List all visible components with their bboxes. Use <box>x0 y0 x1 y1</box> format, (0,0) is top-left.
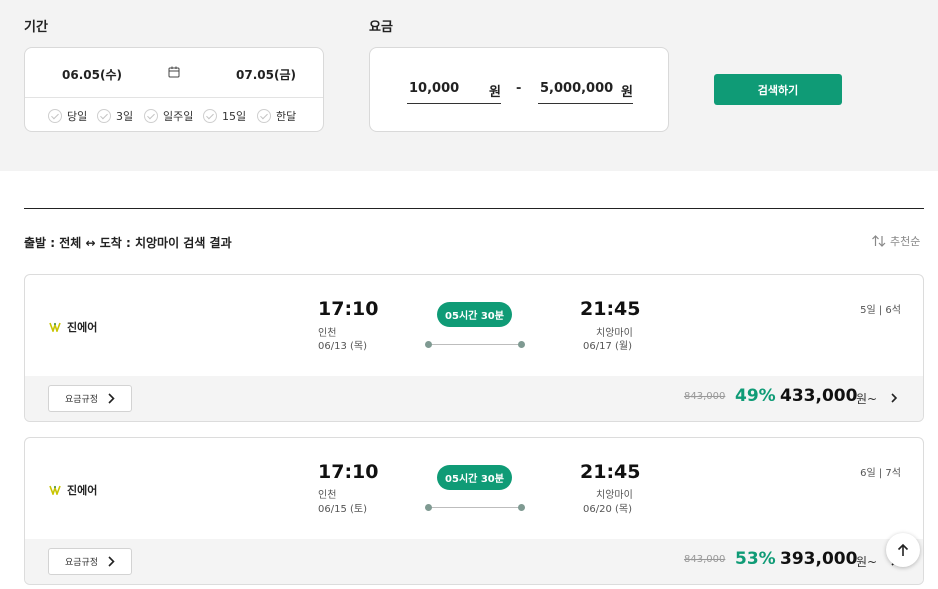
duration-badge: 05시간 30분 <box>437 302 512 327</box>
fare-rules-button[interactable]: 요금규정 <box>48 548 132 575</box>
arrive-city: 치앙마이 <box>596 328 633 339</box>
quick-option-15-days[interactable]: 15일 <box>203 106 246 126</box>
depart-date: 06/13 (목) <box>318 341 367 352</box>
sort-arrows-icon <box>872 235 886 247</box>
depart-city: 인천 <box>318 490 337 501</box>
scroll-top-button[interactable] <box>886 533 920 567</box>
calendar-icon[interactable] <box>168 66 180 78</box>
fare-rules-label: 요금규정 <box>64 395 99 405</box>
fare-rules-button[interactable]: 요금규정 <box>48 385 132 412</box>
price-suffix: 원~ <box>856 392 878 406</box>
quick-period-options: 당일 3일 일주일 15일 한달 <box>25 106 323 126</box>
arrive-city: 치앙마이 <box>596 490 633 501</box>
depart-time: 17:10 <box>318 461 379 483</box>
airline-name: 진에어 <box>67 484 98 497</box>
arrive-date: 06/20 (목) <box>583 504 632 515</box>
end-date[interactable]: 07.05(금) <box>236 66 296 83</box>
max-price-value[interactable]: 5,000,000 <box>540 81 613 96</box>
arrive-date: 06/17 (월) <box>583 341 632 352</box>
sort-label: 추천순 <box>890 235 921 248</box>
quick-option-month[interactable]: 한달 <box>257 106 296 126</box>
max-price-input[interactable]: 5,000,000 원 <box>538 78 633 104</box>
sort-button[interactable]: 추천순 <box>872 233 920 249</box>
chevron-right-icon <box>108 556 115 567</box>
discount-rate: 49% <box>735 386 776 406</box>
section-divider <box>24 208 924 209</box>
discount-rate: 53% <box>735 549 776 569</box>
price-separator: - <box>516 81 522 96</box>
min-price-input[interactable]: 10,000 원 <box>407 78 501 104</box>
quick-option-week[interactable]: 일주일 <box>144 106 193 126</box>
jinair-logo-icon <box>49 485 61 495</box>
price-bar: 요금규정 843,000 49% 433,000 원~ <box>25 376 923 421</box>
quick-option-label: 당일 <box>67 110 88 123</box>
min-price-unit: 원 <box>489 85 501 100</box>
start-date[interactable]: 06.05(수) <box>62 66 122 83</box>
original-price: 843,000 <box>684 391 726 402</box>
quick-option-label: 3일 <box>116 110 134 123</box>
airline: 진에어 <box>49 319 97 335</box>
stay-seats: 5일 | 6석 <box>860 305 901 316</box>
stay-seats: 6일 | 7석 <box>860 468 901 479</box>
check-circle-icon[interactable] <box>97 109 111 123</box>
route-end-dot <box>518 504 525 511</box>
airline-name: 진에어 <box>67 321 98 334</box>
arrive-time: 21:45 <box>580 298 641 320</box>
depart-time: 17:10 <box>318 298 379 320</box>
quick-option-label: 일주일 <box>163 110 194 123</box>
route-line <box>428 344 522 345</box>
date-range-picker[interactable]: 06.05(수) 07.05(금) 당일 3일 일주일 15일 한달 <box>24 47 324 132</box>
quick-option-label: 한달 <box>276 110 297 123</box>
original-price: 843,000 <box>684 554 726 565</box>
date-range-row[interactable]: 06.05(수) 07.05(금) <box>25 48 323 98</box>
check-circle-icon[interactable] <box>144 109 158 123</box>
chevron-right-icon <box>108 393 115 404</box>
route-end-dot <box>518 341 525 348</box>
price-suffix: 원~ <box>856 555 878 569</box>
check-circle-icon[interactable] <box>257 109 271 123</box>
price-range-box: 10,000 원 - 5,000,000 원 <box>369 47 669 132</box>
arrow-up-icon <box>897 543 909 556</box>
flight-card[interactable]: 진에어 17:10 인천 06/15 (토) 05시간 30분 21:45 치앙… <box>24 437 924 585</box>
arrive-time: 21:45 <box>580 461 641 483</box>
period-label: 기간 <box>24 20 48 35</box>
route-line <box>428 507 522 508</box>
chevron-right-icon[interactable] <box>888 391 900 405</box>
quick-option-label: 15일 <box>222 110 247 123</box>
jinair-logo-icon <box>49 322 61 332</box>
depart-date: 06/15 (토) <box>318 504 367 515</box>
flight-card[interactable]: 진에어 17:10 인천 06/13 (목) 05시간 30분 21:45 치앙… <box>24 274 924 422</box>
check-circle-icon[interactable] <box>203 109 217 123</box>
check-circle-icon[interactable] <box>48 109 62 123</box>
final-price: 393,000 <box>780 549 858 569</box>
duration-badge: 05시간 30분 <box>437 465 512 490</box>
quick-option-3-days[interactable]: 3일 <box>97 106 133 126</box>
max-price-unit: 원 <box>621 85 633 100</box>
search-button[interactable]: 검색하기 <box>714 74 842 105</box>
route-start-dot <box>425 341 432 348</box>
fare-label: 요금 <box>369 20 393 35</box>
route-start-dot <box>425 504 432 511</box>
price-bar: 요금규정 843,000 53% 393,000 원~ <box>25 539 923 584</box>
airline: 진에어 <box>49 482 97 498</box>
result-title: 출발 : 전체 ↔ 도착 : 치앙마이 검색 결과 <box>24 236 232 250</box>
quick-option-same-day[interactable]: 당일 <box>48 106 87 126</box>
min-price-value[interactable]: 10,000 <box>409 81 459 96</box>
final-price: 433,000 <box>780 386 858 406</box>
depart-city: 인천 <box>318 328 337 339</box>
fare-rules-label: 요금규정 <box>64 558 99 568</box>
